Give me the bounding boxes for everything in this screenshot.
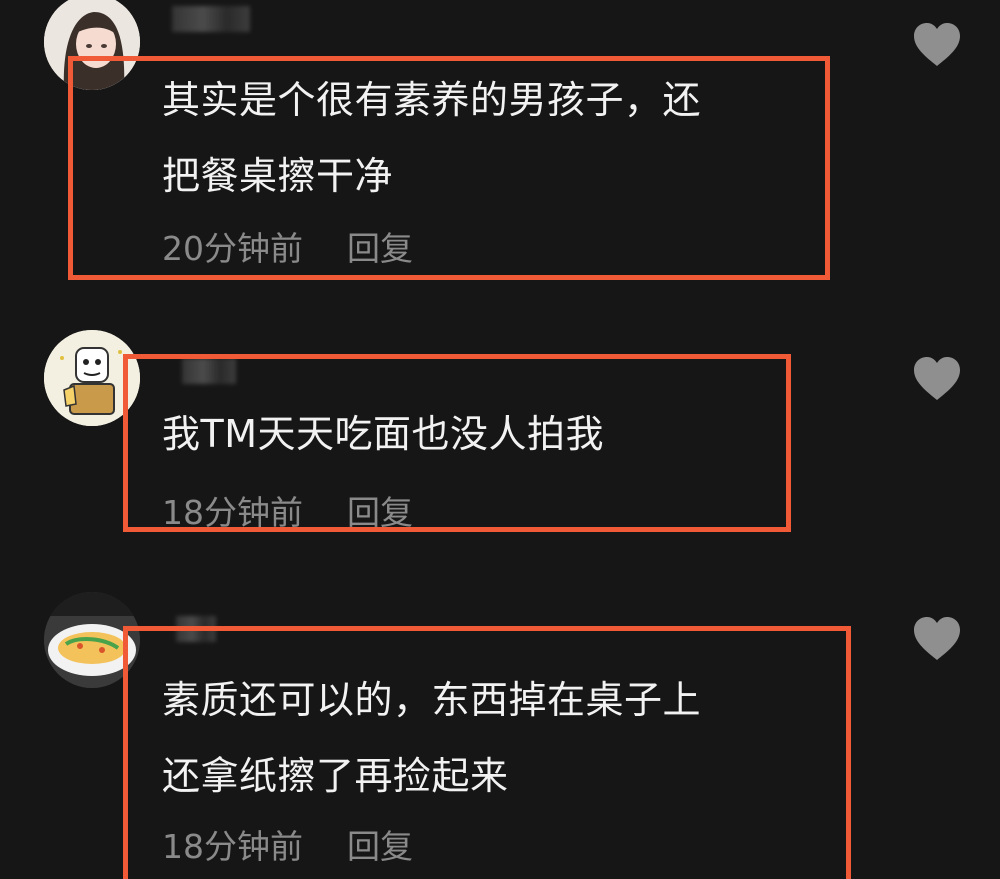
comment-time: 18分钟前 xyxy=(162,493,303,532)
comment-text: 其实是个很有素养的男孩子，还 把餐桌擦干净 xyxy=(162,78,702,198)
comment-meta: 20分钟前 回复 xyxy=(162,222,413,270)
username-blurred[interactable] xyxy=(176,616,216,642)
heart-icon[interactable] xyxy=(912,356,962,402)
username-blurred[interactable] xyxy=(172,6,250,32)
comment-item: 我TM天天吃面也没人拍我 18分钟前 回复 xyxy=(0,320,1000,540)
comment-text: 素质还可以的，东西掉在桌子上 还拿纸擦了再捡起来 xyxy=(162,678,702,798)
user-avatar[interactable] xyxy=(44,0,140,90)
comment-time: 20分钟前 xyxy=(162,229,303,268)
user-avatar[interactable] xyxy=(44,330,140,426)
comment-item: 素质还可以的，东西掉在桌子上 还拿纸擦了再捡起来 18分钟前 回复 xyxy=(0,580,1000,879)
heart-icon[interactable] xyxy=(912,616,962,662)
reply-button[interactable]: 回复 xyxy=(347,229,413,268)
username-blurred[interactable] xyxy=(182,358,236,384)
comment-meta: 18分钟前 回复 xyxy=(162,820,413,868)
avatar-meme-face xyxy=(44,330,140,426)
user-avatar[interactable] xyxy=(44,592,140,688)
avatar-girl-illustration xyxy=(44,0,140,90)
comment-meta: 18分钟前 回复 xyxy=(162,486,413,534)
comment-time: 18分钟前 xyxy=(162,827,303,866)
reply-button[interactable]: 回复 xyxy=(347,493,413,532)
comment-text: 我TM天天吃面也没人拍我 xyxy=(162,412,604,456)
heart-icon[interactable] xyxy=(912,22,962,68)
reply-button[interactable]: 回复 xyxy=(347,827,413,866)
avatar-food-dish xyxy=(44,592,140,688)
comment-item: 其实是个很有素养的男孩子，还 把餐桌擦干净 20分钟前 回复 xyxy=(0,0,1000,290)
